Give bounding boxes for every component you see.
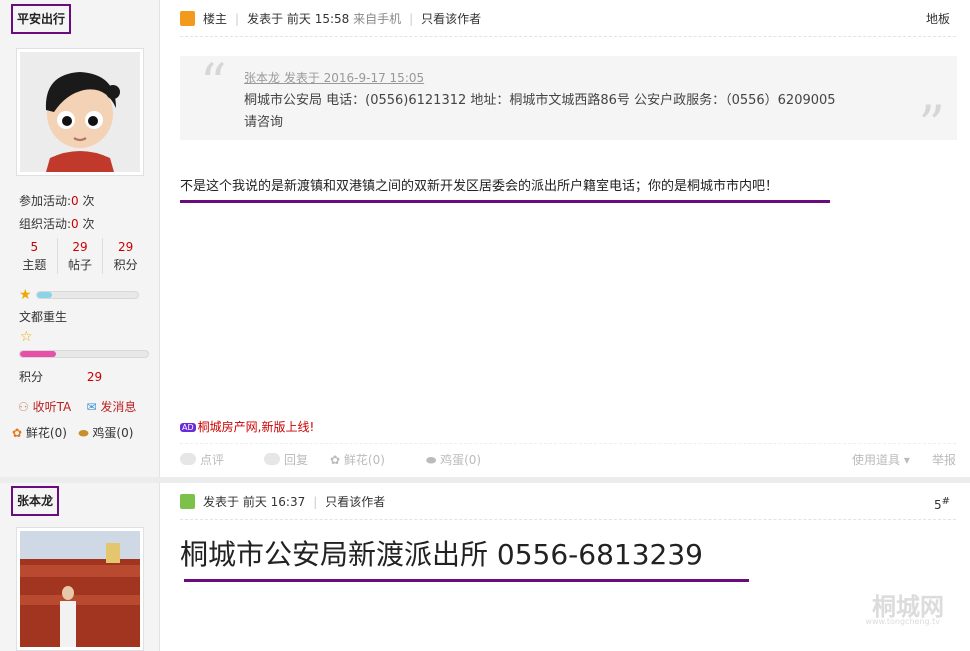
floor-label[interactable]: 地板 [926,10,950,28]
threads-stat[interactable]: 5 主题 [12,238,58,274]
photo-avatar-image [20,531,140,647]
role-label: 楼主 [203,12,228,26]
meta-divider [180,519,956,520]
cartoon-avatar-image [20,52,140,172]
post1-content: 楼主 | 发表于 前天 15:58 来自手机 | 只看该作者 地板 “ 张本龙 发表于 … [160,0,970,479]
activity-org-stat: 组织活动:0 次 [19,215,95,232]
post-body-text: 桐城市公安局新渡派出所 0556-6813239 [180,538,703,571]
flower-footer-label: 鲜花(0) [343,453,385,467]
points-row-label: 积分 [19,370,44,384]
egg-icon: ⬬ [426,453,437,467]
post-source: 来自手机 [353,12,402,26]
ad-icon: AD [180,423,196,432]
report-button[interactable]: 举报 [932,444,956,476]
threads-value: 5 [30,240,39,254]
egg-link[interactable]: ⬬ 鸡蛋(0) [78,424,133,441]
activity-org-value: 0 [71,217,79,231]
activity-org-label: 组织活动: [19,217,72,231]
posts-label: 帖子 [68,258,93,272]
floor-owner-icon [180,11,195,26]
envelope-icon: ✉ [86,400,97,414]
flower-icon: ✿ [330,453,341,467]
post2-author-sidebar: 张本龙 [0,483,160,651]
activity-join-stat: 参加活动:0 次 [19,192,95,209]
posts-stat[interactable]: 29 帖子 [58,238,104,274]
users-icon: ⚇ [18,400,29,414]
quote-block: “ 张本龙 发表于 2016-9-17 15:05 桐城市公安局 电话：(055… [180,54,957,152]
unit-label: 次 [82,217,95,231]
post2-content: 发表于 前天 16:37 | 只看该作者 5# 桐城市公安局新渡派出所 0556-6… [160,483,970,651]
reply-label: 回复 [284,453,309,467]
floor-value: 5 [933,498,942,512]
ad-text: 桐城房产网,新版上线! [197,420,315,434]
open-quote-icon: “ [200,54,227,114]
user-actions: ⚇ 收听TA ✉ 发消息 [18,398,136,415]
egg-footer-label: 鸡蛋(0) [440,453,482,467]
post-meta: 发表于 前天 16:37 | 只看该作者 5# [180,493,950,514]
flower-icon: ✿ [12,426,23,440]
reply-text: 不是这个我说的是新渡镇和双港镇之间的双新开发区居委会的派出所户籍室电话；你的是桐… [180,179,779,194]
rank-title: 文都重生 [19,310,68,324]
posted-time: 发表于 前天 15:58 [247,12,350,26]
only-author-link[interactable]: 只看该作者 [421,12,481,26]
tools-label: 使用道具 [852,453,901,467]
quote-text: 桐城市公安局 电话：(0556)6121312 地址：桐城市文城西路86号 公安… [244,93,836,130]
rate-button[interactable]: 点评 [180,444,224,476]
egg-button[interactable]: ⬬ 鸡蛋(0) [426,444,481,476]
message-link[interactable]: ✉ 发消息 [86,398,136,415]
avatar[interactable] [16,48,144,176]
activity-join-label: 参加活动: [19,194,72,208]
post-footer: 点评 回复 ✿ 鲜花(0) ⬬ 鸡蛋(0) 使用道具 ▾ 举报 [180,443,956,475]
follow-label: 收听TA [32,400,72,414]
reply-icon [264,453,280,465]
online-status-icon [180,494,195,509]
chevron-down-icon: ▾ [903,453,910,467]
egg-icon: ⬬ [78,426,89,440]
points-stat[interactable]: 29 积分 [103,238,148,274]
close-quote-icon: ” [918,96,945,156]
post1-author-sidebar: 平安出行 参加活动:0 次 组织活动:0 次 5 主题 29 帖子 29 积分 … [0,0,160,479]
flower-label: 鲜花(0) [25,426,67,440]
points-label: 积分 [113,258,138,272]
rate-label: 点评 [200,453,225,467]
level-progress-bar [36,291,139,299]
only-author-link[interactable]: 只看该作者 [325,495,385,509]
threads-label: 主题 [22,258,47,272]
highlight-underline [184,579,749,582]
site-watermark-url: www.tongcheng.tv [865,617,940,626]
author-name[interactable]: 张本龙 [11,486,60,516]
follow-link[interactable]: ⚇ 收听TA [18,398,71,415]
egg-label: 鸡蛋(0) [92,426,134,440]
flower-link[interactable]: ✿ 鲜花(0) [12,424,67,441]
user-stats: 5 主题 29 帖子 29 积分 [12,238,148,274]
posts-value: 29 [72,240,88,254]
quote-author[interactable]: 张本龙 发表于 2016-9-17 15:05 [244,69,424,86]
rank-progress-fill [20,351,56,357]
meta-divider [180,36,956,37]
points-value: 29 [118,240,134,254]
comment-icon [180,453,196,465]
gift-actions: ✿ 鲜花(0) ⬬ 鸡蛋(0) [12,424,133,441]
message-label: 发消息 [100,400,137,414]
level-star-icon: ★ [19,287,32,303]
ad-link[interactable]: AD 桐城房产网,新版上线! [180,418,314,435]
floor-number[interactable]: 5# [934,493,950,514]
activity-join-value: 0 [71,194,79,208]
reply-button[interactable]: 回复 [264,444,308,476]
flower-button[interactable]: ✿ 鲜花(0) [330,444,385,476]
level-progress-fill [37,292,53,298]
rank-star-icon: ☆ [20,329,33,345]
points-row: 积分 29 [19,368,102,385]
points-row-value: 29 [86,370,103,384]
post-meta: 楼主 | 发表于 前天 15:58 来自手机 | 只看该作者 地板 [180,10,950,28]
rank-progress-bar [19,350,149,358]
posted-time: 发表于 前天 16:37 [203,495,306,509]
highlight-underline [180,200,830,203]
floor-hash: # [941,496,950,507]
tools-dropdown[interactable]: 使用道具 ▾ [852,444,910,476]
author-name[interactable]: 平安出行 [11,4,72,34]
avatar[interactable] [16,527,144,651]
unit-label: 次 [82,194,95,208]
